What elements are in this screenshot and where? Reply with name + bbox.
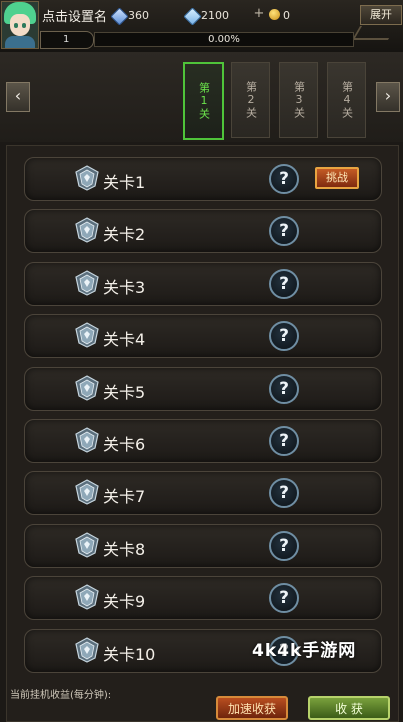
level-label: 关卡9 [103, 592, 146, 612]
player-name[interactable]: 点击设置名 [42, 6, 107, 25]
question-mark-icon[interactable]: ? [269, 268, 299, 299]
coin-icon [269, 9, 280, 20]
top-status-bar: 点击设置名 360 2100 + 0 展开 1 0.00% [0, 0, 403, 53]
shield-emblem-icon [74, 165, 100, 191]
player-level: 1 [40, 31, 94, 49]
tab-chapter-1[interactable]: 第1关 [183, 62, 224, 140]
xp-percent-text: 0.00% [208, 34, 240, 45]
level-row[interactable]: 关卡4? [24, 314, 382, 359]
shield-emblem-icon [74, 374, 100, 401]
level-label: 关卡2 [103, 225, 146, 245]
diamond-icon [110, 7, 129, 26]
question-mark-icon[interactable]: ? [269, 426, 299, 456]
crystal-icon [183, 7, 202, 26]
idle-income-label: 当前挂机收益(每分钟): [10, 690, 112, 701]
shield-emblem-icon [74, 217, 100, 244]
tab-chapter-4[interactable]: 第4关 [327, 62, 366, 138]
question-mark-icon[interactable]: ? [269, 216, 299, 247]
level-label: 关卡4 [103, 330, 146, 350]
question-mark-icon[interactable]: ? [269, 478, 299, 509]
question-mark-icon[interactable]: ? [269, 164, 299, 194]
level-row[interactable]: 关卡7? [24, 471, 382, 516]
question-mark-icon[interactable]: ? [269, 583, 299, 614]
level-label: 关卡7 [103, 487, 146, 507]
question-mark-icon[interactable]: ? [269, 373, 299, 404]
level-label: 关卡5 [103, 382, 146, 402]
challenge-button[interactable]: 挑战 [315, 167, 359, 189]
question-mark-icon[interactable]: ? [269, 530, 299, 561]
harvest-button[interactable]: 收 获 [308, 696, 390, 720]
player-avatar[interactable] [1, 1, 39, 49]
level-label: 关卡8 [103, 539, 146, 559]
level-row[interactable]: 关卡6? [24, 419, 382, 463]
expand-button[interactable]: 展开 [360, 5, 402, 25]
xp-progress-bar: 0.00% [94, 32, 354, 47]
level-label: 关卡10 [103, 644, 156, 664]
prev-chapter-button[interactable]: ‹ [6, 82, 30, 112]
stat1-value: 360 [128, 9, 149, 22]
shield-emblem-icon [74, 532, 100, 558]
add-currency-button[interactable]: + [253, 7, 265, 20]
level-label: 关卡6 [103, 435, 146, 454]
question-mark-icon[interactable]: ? [269, 321, 299, 352]
level-label: 关卡1 [103, 173, 146, 192]
shield-emblem-icon [74, 427, 100, 453]
level-row[interactable]: 关卡2? [24, 209, 382, 254]
tab-chapter-2[interactable]: 第2关 [231, 62, 270, 138]
shield-emblem-icon [74, 479, 100, 506]
stat2-value: 2100 [201, 9, 229, 22]
shield-emblem-icon [74, 322, 100, 348]
header-ornament [351, 26, 397, 40]
level-row[interactable]: 关卡8? [24, 523, 382, 568]
level-row[interactable]: 关卡1? 挑战 [24, 157, 382, 201]
watermark: 4k4k手游网 [252, 641, 357, 661]
speed-up-harvest-button[interactable]: 加速收获 [216, 696, 288, 720]
level-row[interactable]: 关卡9? [24, 576, 382, 621]
shield-emblem-icon [74, 584, 100, 610]
coin-value: 0 [283, 9, 290, 22]
level-row[interactable]: 关卡3? [24, 261, 382, 306]
tab-chapter-3[interactable]: 第3关 [279, 62, 318, 138]
shield-emblem-icon [74, 270, 100, 296]
next-chapter-button[interactable]: › [376, 82, 400, 112]
shield-emblem-icon [74, 636, 100, 663]
level-row[interactable]: 关卡5? [24, 366, 382, 411]
level-label: 关卡3 [103, 277, 146, 297]
chapter-tab-row: ‹ 第1关 第2关 第3关 第4关 › [0, 52, 403, 142]
